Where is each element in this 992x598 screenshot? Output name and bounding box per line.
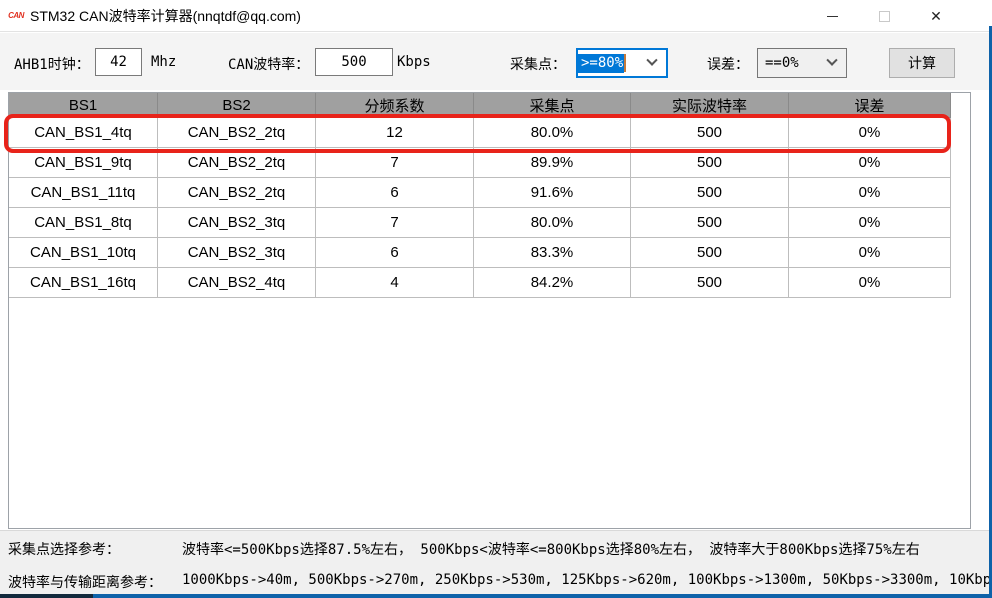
chevron-down-icon [826, 54, 838, 66]
error-label: 误差： [707, 57, 749, 73]
cell-actual-baud: 500 [631, 238, 789, 268]
cell-bs2: CAN_BS2_2tq [158, 148, 316, 178]
table-row[interactable]: CAN_BS1_11tq CAN_BS2_2tq 6 91.6% 500 0% [9, 178, 970, 208]
can-baud-label: CAN波特率： [228, 57, 310, 73]
cell-error: 0% [789, 268, 951, 298]
cell-sample-point: 84.2% [474, 268, 631, 298]
toolbar: AHB1时钟： Mhz CAN波特率： Kbps 采集点： >=80% 误差： … [0, 33, 992, 90]
cell-bs1: CAN_BS1_8tq [9, 208, 158, 238]
distance-ref-label: 波特率与传输距离参考： [8, 575, 162, 591]
error-dropdown[interactable]: ==0% [757, 48, 847, 78]
mhz-unit-label: Mhz [151, 54, 177, 70]
header-bs2[interactable]: BS2 [158, 93, 316, 118]
header-actual-baud[interactable]: 实际波特率 [631, 93, 789, 118]
sample-ref-label: 采集点选择参考： [8, 542, 120, 558]
cell-prescaler: 6 [316, 178, 474, 208]
cell-actual-baud: 500 [631, 178, 789, 208]
window-title: STM32 CAN波特率计算器(nnqtdf@qq.com) [30, 7, 301, 24]
cell-bs1: CAN_BS1_4tq [9, 118, 158, 148]
cell-sample-point: 80.0% [474, 208, 631, 238]
cell-actual-baud: 500 [631, 268, 789, 298]
window-border-bottom-corner [0, 594, 93, 598]
cell-sample-point: 80.0% [474, 118, 631, 148]
cell-prescaler: 6 [316, 238, 474, 268]
cell-actual-baud: 500 [631, 208, 789, 238]
sample-point-reference-line: 采集点选择参考： 波特率<=500Kbps选择87.5%左右， 500Kbps<… [8, 539, 920, 559]
cell-bs2: CAN_BS2_3tq [158, 208, 316, 238]
sample-point-dropdown[interactable]: >=80% [576, 48, 668, 78]
cell-prescaler: 7 [316, 208, 474, 238]
sample-ref-text: 波特率<=500Kbps选择87.5%左右， 500Kbps<波特率<=800K… [182, 542, 920, 558]
minimize-icon [826, 15, 838, 17]
cell-error: 0% [789, 178, 951, 208]
main-area: BS1 BS2 分频系数 采集点 实际波特率 误差 CAN_BS1_4tq CA… [0, 90, 992, 530]
header-bs1[interactable]: BS1 [9, 93, 158, 118]
text-caret [624, 54, 627, 72]
ahb1-clock-input[interactable] [95, 48, 142, 76]
table-row[interactable]: CAN_BS1_10tq CAN_BS2_3tq 6 83.3% 500 0% [9, 238, 970, 268]
cell-bs1: CAN_BS1_11tq [9, 178, 158, 208]
cell-bs2: CAN_BS2_2tq [158, 178, 316, 208]
cell-bs2: CAN_BS2_2tq [158, 118, 316, 148]
calculate-button[interactable]: 计算 [889, 48, 955, 78]
cell-bs1: CAN_BS1_16tq [9, 268, 158, 298]
results-table: BS1 BS2 分频系数 采集点 实际波特率 误差 CAN_BS1_4tq CA… [8, 92, 971, 529]
app-window: CAN STM32 CAN波特率计算器(nnqtdf@qq.com) ✕ AHB… [0, 0, 992, 598]
cell-sample-point: 91.6% [474, 178, 631, 208]
window-controls: ✕ [806, 0, 962, 32]
cell-prescaler: 4 [316, 268, 474, 298]
cell-bs2: CAN_BS2_3tq [158, 238, 316, 268]
window-border-bottom [0, 594, 992, 598]
cell-error: 0% [789, 238, 951, 268]
kbps-unit-label: Kbps [397, 54, 431, 70]
table-row[interactable]: CAN_BS1_8tq CAN_BS2_3tq 7 80.0% 500 0% [9, 208, 970, 238]
cell-error: 0% [789, 148, 951, 178]
error-selected-value: ==0% [765, 55, 799, 71]
chevron-down-icon [646, 54, 658, 66]
cell-prescaler: 7 [316, 148, 474, 178]
cell-sample-point: 83.3% [474, 238, 631, 268]
cell-actual-baud: 500 [631, 118, 789, 148]
distance-reference-line: 波特率与传输距离参考： 1000Kbps->40m, 500Kbps->270m… [8, 572, 992, 592]
header-sample-point[interactable]: 采集点 [474, 93, 631, 118]
cell-sample-point: 89.9% [474, 148, 631, 178]
table-row[interactable]: CAN_BS1_16tq CAN_BS2_4tq 4 84.2% 500 0% [9, 268, 970, 298]
minimize-button[interactable] [806, 0, 858, 32]
cell-error: 0% [789, 208, 951, 238]
cell-actual-baud: 500 [631, 148, 789, 178]
header-prescaler[interactable]: 分频系数 [316, 93, 474, 118]
cell-bs2: CAN_BS2_4tq [158, 268, 316, 298]
distance-ref-text: 1000Kbps->40m, 500Kbps->270m, 250Kbps->5… [182, 572, 992, 588]
cell-bs1: CAN_BS1_9tq [9, 148, 158, 178]
cell-bs1: CAN_BS1_10tq [9, 238, 158, 268]
cell-prescaler: 12 [316, 118, 474, 148]
header-error[interactable]: 误差 [789, 93, 951, 118]
table-row[interactable]: CAN_BS1_9tq CAN_BS2_2tq 7 89.9% 500 0% [9, 148, 970, 178]
sample-point-label: 采集点： [510, 57, 566, 73]
close-icon: ✕ [930, 8, 942, 24]
cell-error: 0% [789, 118, 951, 148]
footer-panel: 采集点选择参考： 波特率<=500Kbps选择87.5%左右， 500Kbps<… [0, 530, 992, 594]
close-button[interactable]: ✕ [910, 0, 962, 32]
maximize-icon [878, 10, 890, 22]
sample-point-selected-value: >=80% [578, 53, 625, 73]
can-baud-input[interactable] [315, 48, 393, 76]
table-row[interactable]: CAN_BS1_4tq CAN_BS2_2tq 12 80.0% 500 0% [9, 118, 970, 148]
title-bar: CAN STM32 CAN波特率计算器(nnqtdf@qq.com) ✕ [0, 0, 992, 32]
table-header-row: BS1 BS2 分频系数 采集点 实际波特率 误差 [9, 93, 970, 118]
maximize-button[interactable] [858, 0, 910, 32]
ahb1-clock-label: AHB1时钟： [14, 57, 90, 73]
can-logo-icon: CAN [8, 11, 24, 20]
